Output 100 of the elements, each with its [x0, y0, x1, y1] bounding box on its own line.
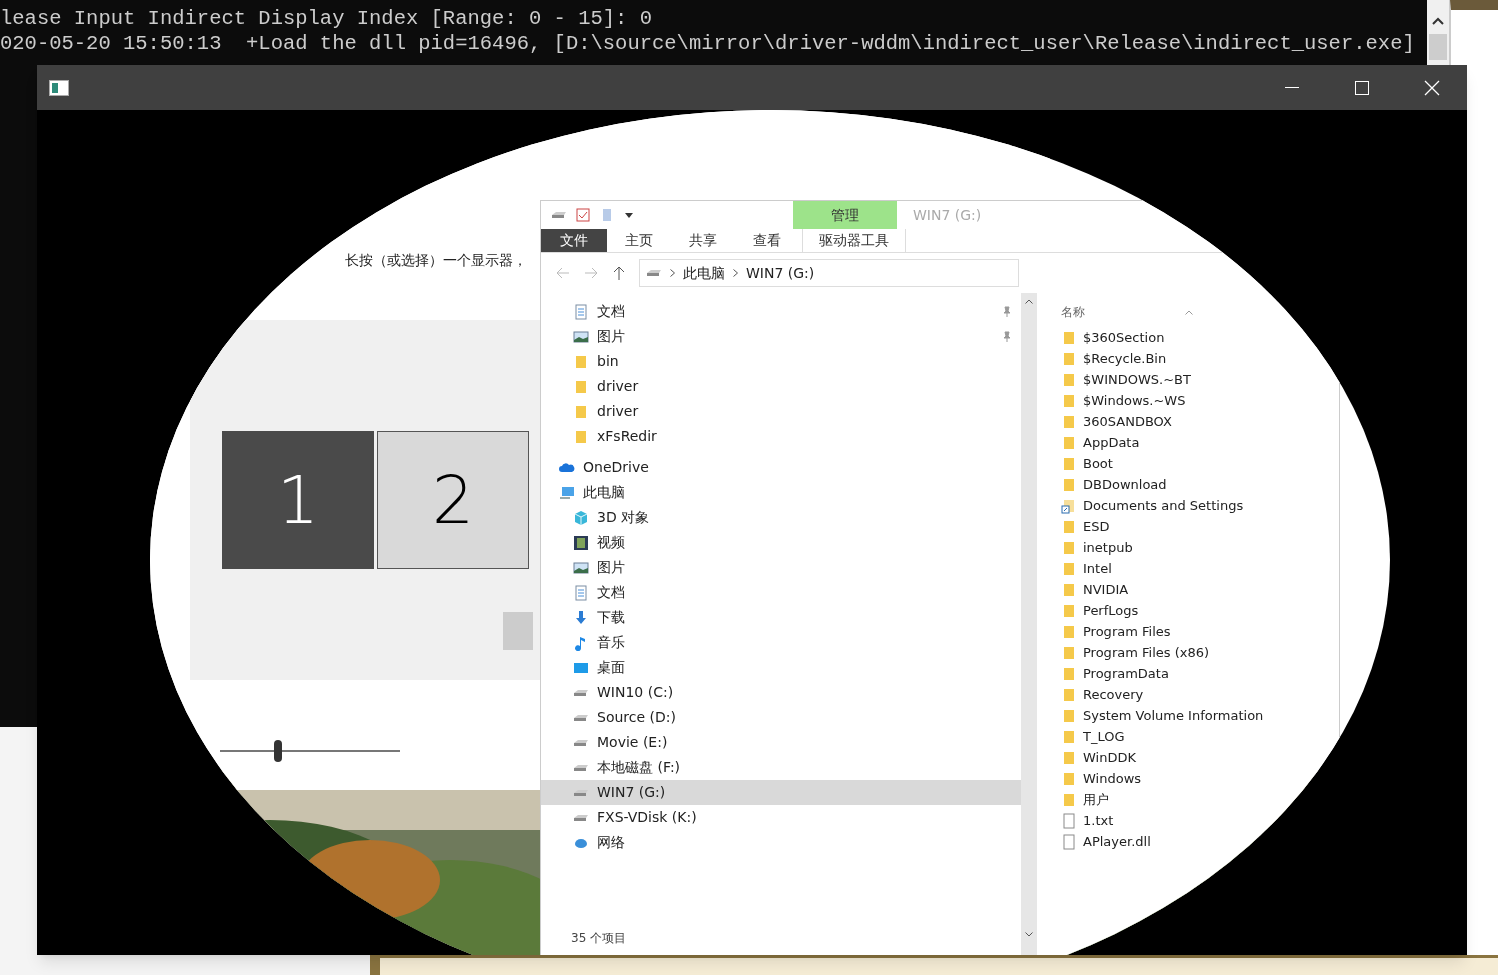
file-row[interactable]: T_LOG: [1061, 726, 1125, 747]
nav-label: 图片: [597, 327, 625, 346]
file-row[interactable]: Intel: [1061, 558, 1112, 579]
nav-item[interactable]: 下载: [541, 605, 1021, 630]
address-bar[interactable]: 此电脑 WIN7 (G:): [639, 259, 1019, 287]
nav-label: 图片: [597, 558, 625, 577]
folder-icon: [1061, 560, 1077, 577]
instruction-text: 长按（或选择）一个显示器，: [345, 251, 527, 270]
cube-icon: [573, 509, 589, 526]
maximize-icon: [1355, 80, 1369, 95]
back-icon[interactable]: [555, 265, 571, 281]
nav-item[interactable]: 音乐: [541, 630, 1021, 655]
display-tile[interactable]: 1: [222, 431, 374, 569]
file-name: System Volume Information: [1083, 706, 1264, 725]
ribbon-tab[interactable]: 文件: [541, 229, 607, 252]
nav-label: 本地磁盘 (F:): [597, 758, 681, 777]
file-row[interactable]: $Windows.~WS: [1061, 390, 1186, 411]
scrollbar-thumb[interactable]: [1429, 34, 1447, 60]
file-row[interactable]: Boot: [1061, 453, 1113, 474]
file-row[interactable]: 用户: [1061, 789, 1109, 810]
ribbon-tab[interactable]: 主页: [607, 229, 671, 252]
file-row[interactable]: AppData: [1061, 432, 1140, 453]
file-row[interactable]: $360Section: [1061, 327, 1165, 348]
nav-item[interactable]: bin: [541, 349, 1021, 374]
file-name: PerfLogs: [1083, 601, 1139, 620]
file-name: Program Files: [1083, 622, 1171, 641]
console-line: lease Input Indirect Display Index [Range: 0 - 15]: 0: [0, 6, 652, 31]
nav-item[interactable]: WIN10 (C:): [541, 680, 1021, 705]
file-name: NVIDIA: [1083, 580, 1129, 599]
checkmark-icon[interactable]: [575, 207, 591, 223]
file-row[interactable]: PerfLogs: [1061, 600, 1139, 621]
ribbon-tab[interactable]: 共享: [671, 229, 735, 252]
nav-item[interactable]: 图片: [541, 324, 1021, 349]
folder-icon: [1061, 455, 1077, 472]
nav-label: Source (D:): [597, 708, 676, 727]
folder-icon: [1061, 623, 1077, 640]
file-name: $WINDOWS.~BT: [1083, 370, 1191, 389]
nav-label: driver: [597, 402, 639, 421]
sort-ascending-icon: [1185, 309, 1193, 315]
nav-item[interactable]: Source (D:): [541, 705, 1021, 730]
file-name: AppData: [1083, 433, 1140, 452]
nav-item[interactable]: xFsRedir: [541, 424, 1021, 449]
nav-label: 文档: [597, 583, 625, 602]
nav-item[interactable]: OneDrive: [541, 455, 1021, 480]
file-row[interactable]: APlayer.dll: [1061, 831, 1151, 852]
nav-label: FXS-VDisk (K:): [597, 808, 697, 827]
folder-icon: [1061, 665, 1077, 682]
nav-item[interactable]: driver: [541, 399, 1021, 424]
ribbon-tab[interactable]: 查看: [735, 229, 799, 252]
breadcrumb-item[interactable]: WIN7 (G:): [746, 262, 815, 284]
display-tile[interactable]: 2: [377, 431, 529, 569]
nav-scrollbar[interactable]: [1021, 293, 1037, 955]
file-row[interactable]: ProgramData: [1061, 663, 1169, 684]
file-row[interactable]: NVIDIA: [1061, 579, 1129, 600]
nav-label: 桌面: [597, 658, 625, 677]
file-row[interactable]: Recovery: [1061, 684, 1144, 705]
drive-icon: [573, 814, 589, 821]
file-row[interactable]: $WINDOWS.~BT: [1061, 369, 1191, 390]
scroll-up-icon[interactable]: [1025, 299, 1033, 304]
nav-item[interactable]: 本地磁盘 (F:): [541, 755, 1021, 780]
file-row[interactable]: 1.txt: [1061, 810, 1114, 831]
file-row[interactable]: Windows: [1061, 768, 1142, 789]
file-row[interactable]: WinDDK: [1061, 747, 1136, 768]
folder-icon: [573, 403, 589, 420]
nav-item[interactable]: 视频: [541, 530, 1021, 555]
nav-item[interactable]: FXS-VDisk (K:): [541, 805, 1021, 830]
nav-item[interactable]: WIN7 (G:): [541, 780, 1021, 805]
file-row[interactable]: 360SANDBOX: [1061, 411, 1172, 432]
nav-item[interactable]: 文档: [541, 580, 1021, 605]
folder-icon: [1061, 434, 1077, 451]
slider-thumb[interactable]: [274, 740, 282, 762]
forward-icon[interactable]: [583, 265, 599, 281]
drive-icon: [573, 789, 589, 796]
nav-item[interactable]: 文档: [541, 299, 1021, 324]
file-name: $Recycle.Bin: [1083, 349, 1167, 368]
file-row[interactable]: System Volume Information: [1061, 705, 1264, 726]
status-text: 35 个项目: [570, 930, 628, 947]
nav-label: 此电脑: [583, 483, 625, 502]
file-row[interactable]: Program Files: [1061, 621, 1171, 642]
nav-item[interactable]: 网络: [541, 830, 1021, 855]
file-row[interactable]: Documents and Settings: [1061, 495, 1244, 516]
file-row[interactable]: inetpub: [1061, 537, 1133, 558]
file-row[interactable]: $Recycle.Bin: [1061, 348, 1167, 369]
nav-item[interactable]: 3D 对象: [541, 505, 1021, 530]
up-arrow-icon[interactable]: [611, 265, 627, 281]
nav-item[interactable]: driver: [541, 374, 1021, 399]
file-row[interactable]: Program Files (x86): [1061, 642, 1210, 663]
ribbon-tab[interactable]: 驱动器工具: [802, 229, 906, 252]
nav-item[interactable]: 桌面: [541, 655, 1021, 680]
scroll-down-icon[interactable]: [1025, 932, 1033, 937]
column-header[interactable]: 名称: [1061, 303, 1085, 321]
folder-icon: [1061, 728, 1077, 745]
file-name: WinDDK: [1083, 748, 1136, 767]
nav-item[interactable]: Movie (E:): [541, 730, 1021, 755]
nav-item[interactable]: 图片: [541, 555, 1021, 580]
file-row[interactable]: ESD: [1061, 516, 1110, 537]
nav-item[interactable]: 此电脑: [541, 480, 1021, 505]
nav-label: 音乐: [597, 633, 625, 652]
breadcrumb-item[interactable]: 此电脑: [683, 262, 725, 284]
file-row[interactable]: DBDownload: [1061, 474, 1167, 495]
